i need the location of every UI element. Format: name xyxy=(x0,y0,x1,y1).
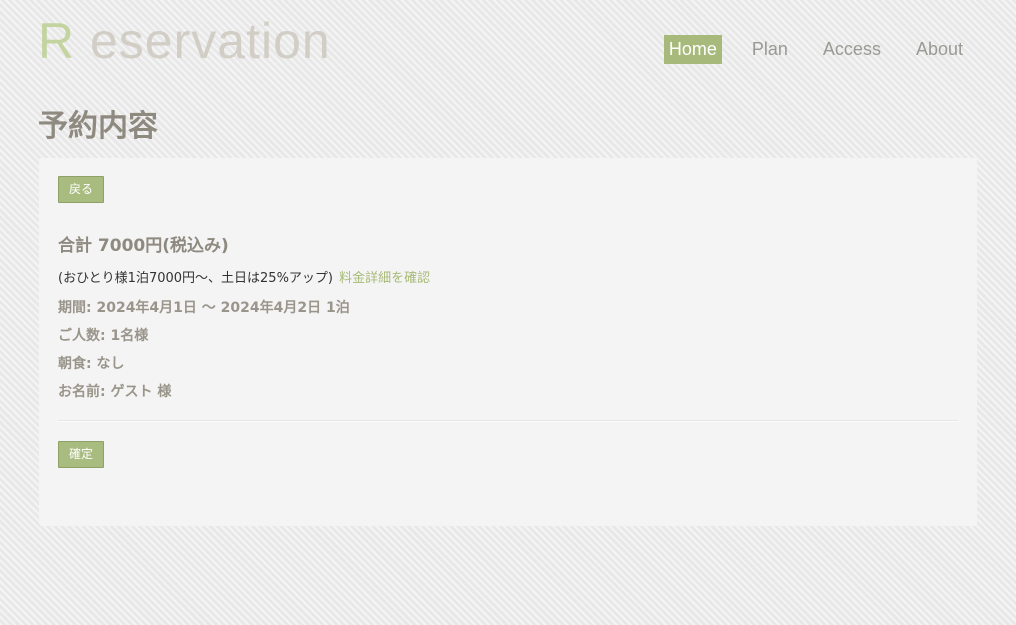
price-detail-link[interactable]: 料金詳細を確認 xyxy=(339,271,430,286)
price-note: (おひとり様1泊7000円～、土日は25%アップ) 料金詳細を確認 xyxy=(58,270,430,288)
stay-period: 期間: 2024年4月1日 〜 2024年4月2日 1泊 xyxy=(58,300,350,316)
nav-plan[interactable]: Plan xyxy=(747,35,793,64)
confirm-button[interactable]: 確定 xyxy=(58,441,105,468)
main-nav: Home Plan Access About xyxy=(639,35,968,64)
nav-access[interactable]: Access xyxy=(818,35,886,64)
divider xyxy=(58,420,958,422)
back-button[interactable]: 戻る xyxy=(58,176,105,203)
nav-about[interactable]: About xyxy=(911,35,968,64)
site-header: R eservation Home Plan Access About xyxy=(0,0,1016,90)
logo-initial: R xyxy=(38,13,76,69)
page-title: 予約内容 xyxy=(38,109,158,144)
total-price: 合計 7000円(税込み) xyxy=(58,236,229,256)
breakfast-option: 朝食: なし xyxy=(58,356,125,372)
logo-text: eservation xyxy=(75,13,331,69)
nav-home[interactable]: Home xyxy=(663,35,722,64)
price-note-text: (おひとり様1泊7000円～、土日は25%アップ) xyxy=(58,271,334,286)
guest-name: お名前: ゲスト 様 xyxy=(58,384,172,400)
reservation-panel: 戻る 合計 7000円(税込み) (おひとり様1泊7000円～、土日は25%アッ… xyxy=(39,158,977,526)
guest-count: ご人数: 1名様 xyxy=(58,328,149,344)
site-logo[interactable]: R eservation xyxy=(38,12,331,70)
